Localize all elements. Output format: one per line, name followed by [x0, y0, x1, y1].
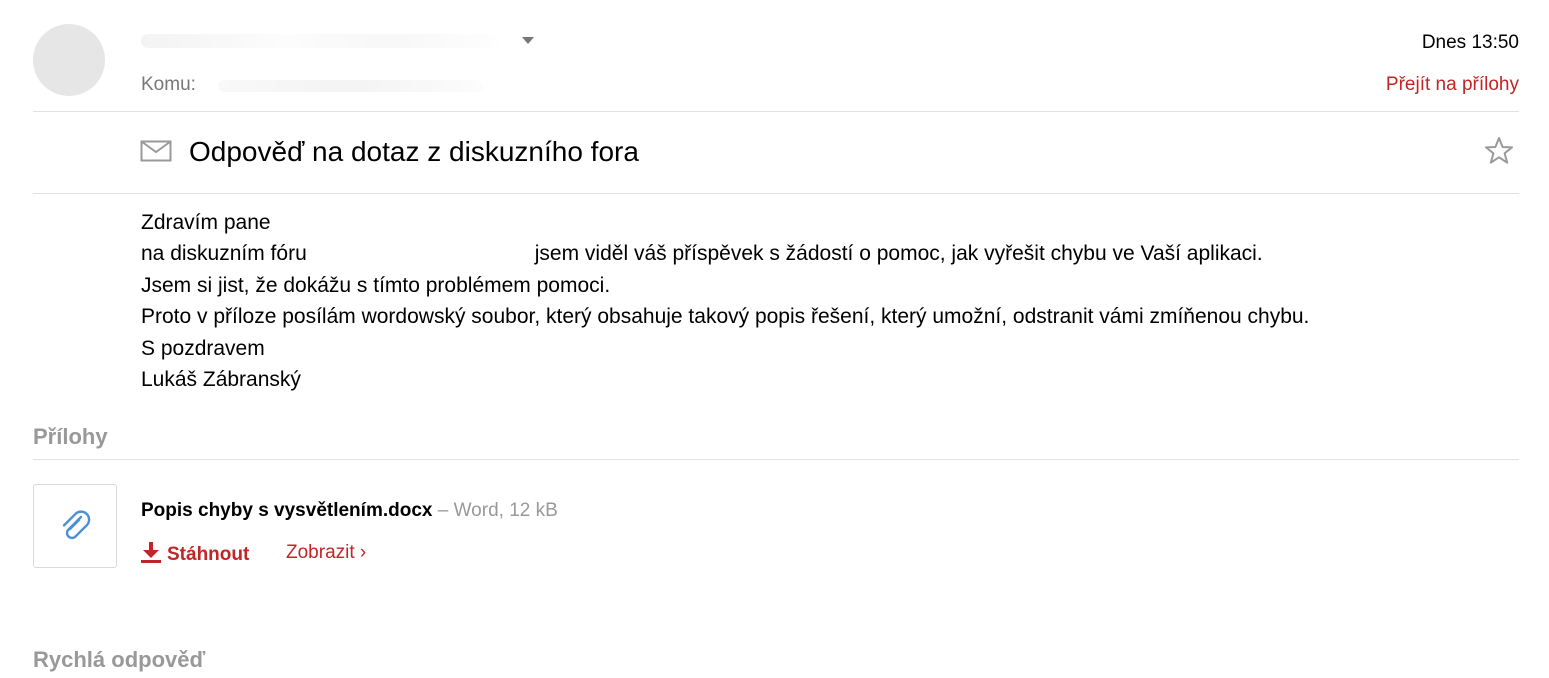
redacted-sender: [141, 34, 501, 48]
body-line2-start: na diskuzním fóru: [141, 242, 307, 266]
subject-divider: [33, 193, 1519, 194]
view-attachment-link[interactable]: Zobrazit ›: [286, 542, 366, 564]
body-line4: Proto v příloze posílám wordowský soubor…: [141, 305, 1310, 329]
email-detail-page: Dnes 13:50 Komu: Přejít na přílohy Odpov…: [0, 0, 1549, 678]
paperclip-icon: [62, 510, 91, 540]
redacted-recipient: [218, 80, 483, 92]
star-icon[interactable]: [1483, 135, 1515, 167]
quick-reply-title: Rychlá odpověď: [33, 647, 206, 672]
sender-avatar: [33, 24, 105, 96]
download-icon: [141, 542, 161, 563]
message-date: Dnes 13:50: [1421, 32, 1519, 53]
attachments-title: Přílohy: [33, 424, 108, 449]
body-line3: Jsem si jist, že dokážu s tímto probléme…: [141, 273, 611, 297]
body-line2-end: jsem viděl váš příspěvek s žádostí o pom…: [534, 242, 1263, 266]
sender-name-redacted[interactable]: [141, 28, 501, 54]
goto-attachments-link[interactable]: Přejít na přílohy: [1386, 74, 1519, 96]
to-label: Komu:: [141, 74, 196, 95]
body-greeting: Zdravím pane: [141, 211, 271, 234]
message-body: Zdravím pane na diskuzním fóru jsem viděl…: [141, 207, 1309, 395]
body-closing: S pozdravem: [141, 336, 265, 360]
envelope-icon: [140, 140, 172, 162]
body-signature: Lukáš Zábranský: [141, 368, 301, 392]
attachment-thumbnail[interactable]: [33, 484, 117, 568]
attachment-info: Popis chyby s vysvětlením.docx – Word, 1…: [141, 500, 558, 522]
download-label: Stáhnout: [167, 544, 250, 565]
chevron-down-icon[interactable]: [522, 37, 534, 44]
message-subject: Odpověď na dotaz z diskuzního fora: [189, 136, 639, 167]
download-button[interactable]: Stáhnout: [141, 541, 249, 566]
attachment-meta: – Word, 12 kB: [432, 500, 558, 521]
body-line-forum: na diskuzním fóru jsem viděl váš příspěve…: [141, 238, 1309, 269]
header-divider: [33, 111, 1519, 112]
attachment-filename[interactable]: Popis chyby s vysvětlením.docx: [141, 500, 432, 521]
attachments-divider: [33, 459, 1519, 460]
